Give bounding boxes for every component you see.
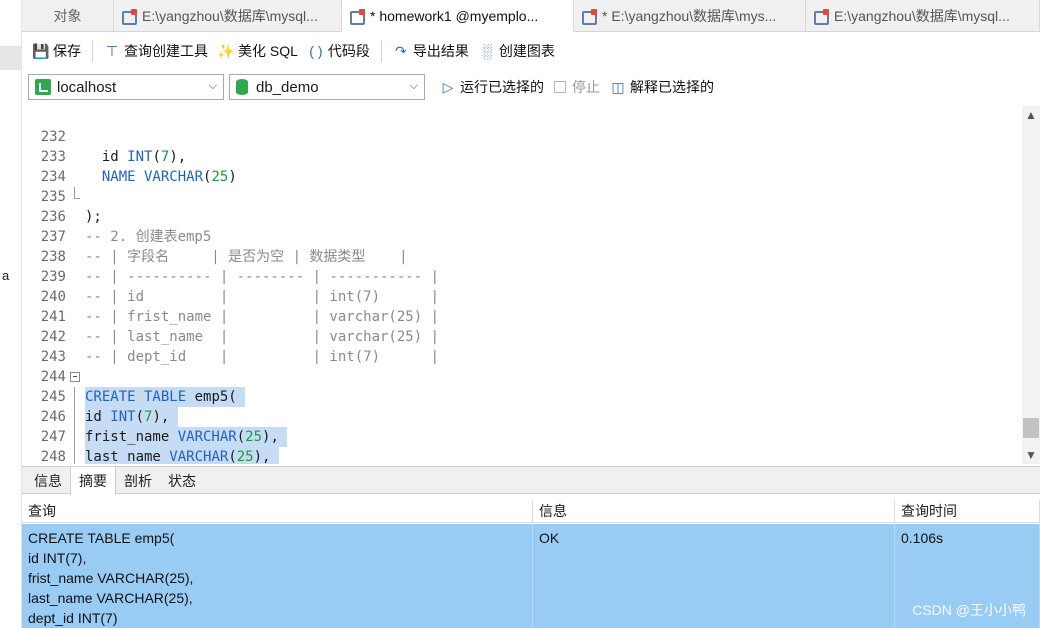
code-snippet-button[interactable]: ( ) 代码段 [303,38,375,64]
tab-homework1[interactable]: * homework1 @myemplo... [342,0,574,32]
code-line: 242 -- | dept_id | | int(7) | [22,307,1022,365]
column-header-time[interactable]: 查询时间 [895,500,1040,523]
code-line: 236 -- 2. 创建表emp5 [22,187,1022,245]
column-header-query[interactable]: 查询 [22,500,533,523]
play-icon: ▷ [442,78,454,95]
query-builder-button[interactable]: ⊤ 查询创建工具 [99,38,213,64]
stop-icon [554,81,566,93]
stop-button[interactable]: 停止 [549,74,605,100]
tab-query-file-3[interactable]: E:\yangzhou\数据库\mysql... [806,0,1040,32]
toolbar-divider [380,40,382,62]
export-icon: ↷ [395,42,407,59]
tab-label: E:\yangzhou\数据库\mysql... [142,8,318,24]
cell-info[interactable]: OK [533,524,895,628]
query-builder-label: 查询创建工具 [124,43,208,59]
code-line: 243 CREATE TABLE emp5( [22,327,1022,407]
tab-profile[interactable]: 剖析 [116,467,160,494]
scrollbar-thumb[interactable] [1023,418,1039,438]
code-line: 249 [22,447,1022,464]
chevron-down-icon: ⌵ [409,80,418,92]
code-line: 244 id INT(7), [22,347,1022,427]
table-row[interactable]: CREATE TABLE emp5( id INT(7), frist_name… [22,524,1040,628]
query-icon [582,9,597,25]
left-panel-selection [0,46,22,70]
beautify-sql-button[interactable]: ✨ 美化 SQL [213,38,303,64]
editor-scrollbar[interactable]: ▲ ▼ [1022,106,1040,464]
beautify-sql-label: 美化 SQL [238,43,298,59]
tab-label: 对象 [53,8,82,24]
tab-label: * E:\yangzhou\数据库\mys... [602,8,777,24]
code-line: 245 frist_name VARCHAR(25), [22,367,1022,447]
code-line: 247 dept_id INT(7) [22,407,1022,464]
connection-value: localhost [57,78,117,96]
scroll-up-icon[interactable]: ▲ [1025,108,1037,122]
query-icon [814,9,829,25]
tab-objects[interactable]: 对象 [22,0,114,32]
sql-editor[interactable]: 232 id INT(7), 233 NAME VARCHAR(25) 234 … [22,106,1040,464]
create-chart-label: 创建图表 [498,43,555,59]
code-line: 241 -- | last_name | | varchar(25) | [22,287,1022,345]
result-tab-bar: 信息 摘要 剖析 状态 [22,466,1040,495]
bar-chart-icon: ░ [481,43,492,59]
code-line: 237 -- | 字段名 | 是否为空 | 数据类型 | [22,207,1022,265]
export-results-button[interactable]: ↷ 导出结果 [388,38,474,64]
watermark: CSDN @王小小鸭 [912,602,1026,618]
scroll-down-icon[interactable]: ▼ [1025,448,1037,462]
tab-label: E:\yangzhou\数据库\mysql... [834,8,1010,24]
code-snippet-label: 代码段 [327,43,370,59]
tab-query-file-1[interactable]: E:\yangzhou\数据库\mysql... [114,0,342,32]
code-line: 248 ); [22,427,1022,464]
query-builder-icon: ⊤ [105,42,119,59]
result-table: 查询 信息 查询时间 CREATE TABLE emp5( id INT(7),… [22,500,1040,628]
braces-icon: ( ) [309,43,323,59]
magic-wand-icon: ✨ [217,42,235,59]
connection-bar: localhost ⌵ db_demo ⌵ ▷ 运行已选择的 停止 ◫ 解释已选择的 [22,70,1040,104]
tab-query-file-2[interactable]: * E:\yangzhou\数据库\mys... [574,0,806,32]
code-line: 235 [22,167,1022,205]
run-selected-button[interactable]: ▷ 运行已选择的 [435,74,549,100]
database-icon [236,79,248,95]
save-button[interactable]: 💾 保存 [28,38,86,64]
stop-label: 停止 [572,79,600,95]
code-line: 246 last_name VARCHAR(25), [22,387,1022,464]
code-line: 233 NAME VARCHAR(25) [22,127,1022,185]
run-selected-label: 运行已选择的 [460,79,544,95]
save-icon: 💾 [32,42,50,59]
query-icon [350,8,365,25]
tab-message[interactable]: 信息 [26,467,70,494]
connection-icon [35,79,51,95]
chevron-down-icon: ⌵ [208,80,217,92]
left-panel-letter: a [2,268,10,283]
cell-query[interactable]: CREATE TABLE emp5( id INT(7), frist_name… [22,524,533,628]
tab-bar: 对象 E:\yangzhou\数据库\mysql... * homework1 … [22,0,1040,32]
query-icon [122,9,137,25]
export-results-label: 导出结果 [412,43,469,59]
explain-icon: ◫ [611,78,625,95]
tab-status[interactable]: 状态 [160,467,204,494]
create-chart-button[interactable]: ░ 创建图表 [474,38,560,64]
explain-selected-button[interactable]: ◫ 解释已选择的 [605,74,719,100]
database-value: db_demo [256,78,319,96]
database-select[interactable]: db_demo ⌵ [229,74,425,100]
code-line: 234 ); [22,147,1022,225]
left-panel-strip: a [0,0,22,628]
explain-selected-label: 解释已选择的 [630,79,714,95]
table-header: 查询 信息 查询时间 [22,500,1040,523]
toolbar-divider [92,40,93,62]
tab-label: * homework1 @myemplo... [370,7,539,24]
code-line: 238 -- | ---------- | -------- | -------… [22,227,1022,285]
code-line: 239 -- | id | | int(7) | [22,247,1022,305]
save-label: 保存 [53,43,81,59]
code-line: 232 id INT(7), [22,107,1022,165]
code-line: 240 -- | frist_name | | varchar(25) | [22,267,1022,325]
column-header-info[interactable]: 信息 [533,500,895,523]
toolbar: 💾 保存 ⊤ 查询创建工具 ✨ 美化 SQL ( ) 代码段 ↷ 导出结果 ░ 创建图表 [22,33,1040,69]
tab-summary[interactable]: 摘要 [70,467,116,495]
connection-select[interactable]: localhost ⌵ [28,74,224,100]
